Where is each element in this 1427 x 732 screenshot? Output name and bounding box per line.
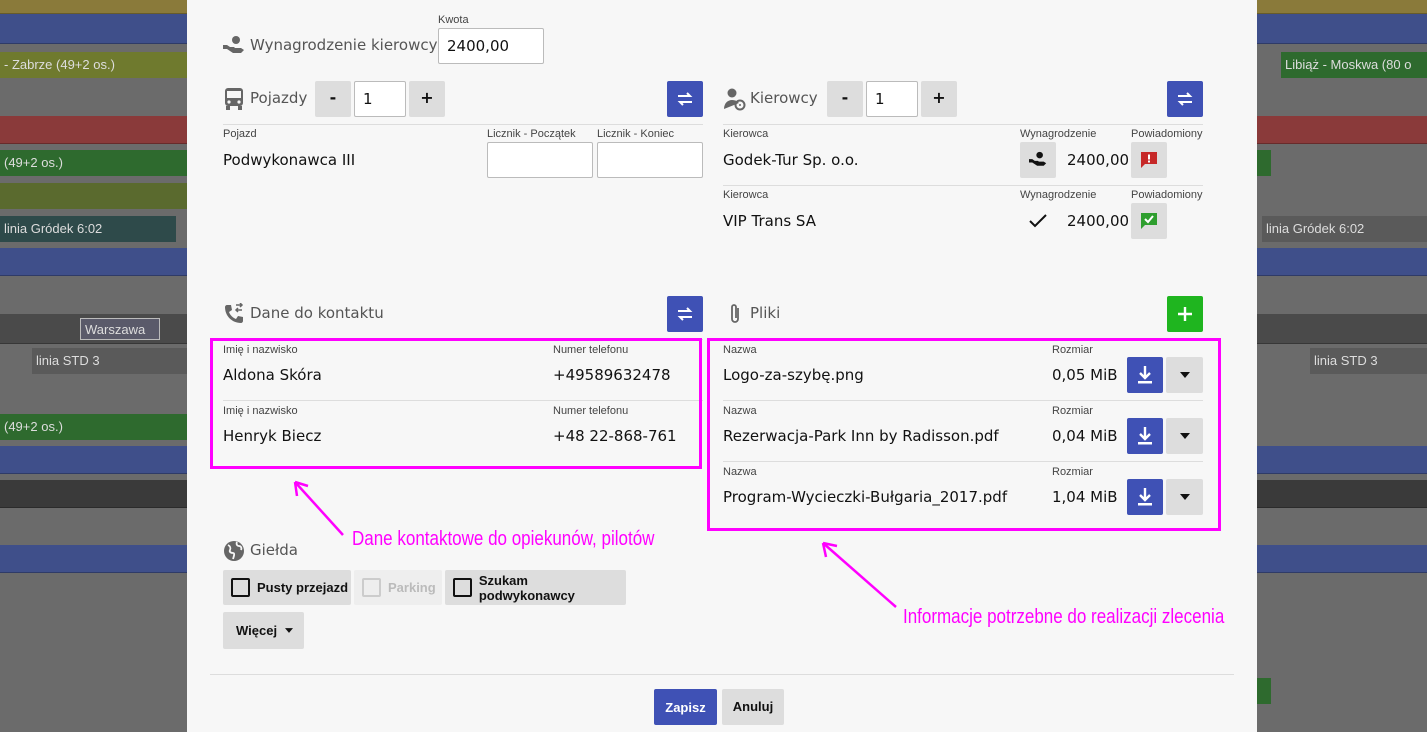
contacts-annotation: Dane kontaktowe do opiekunów, pilotów xyxy=(352,528,655,550)
files-annotation: Informacje potrzebne do realizacji zlece… xyxy=(903,606,1225,628)
arrow-to-contacts xyxy=(294,481,344,536)
arrow-to-files xyxy=(822,542,897,608)
